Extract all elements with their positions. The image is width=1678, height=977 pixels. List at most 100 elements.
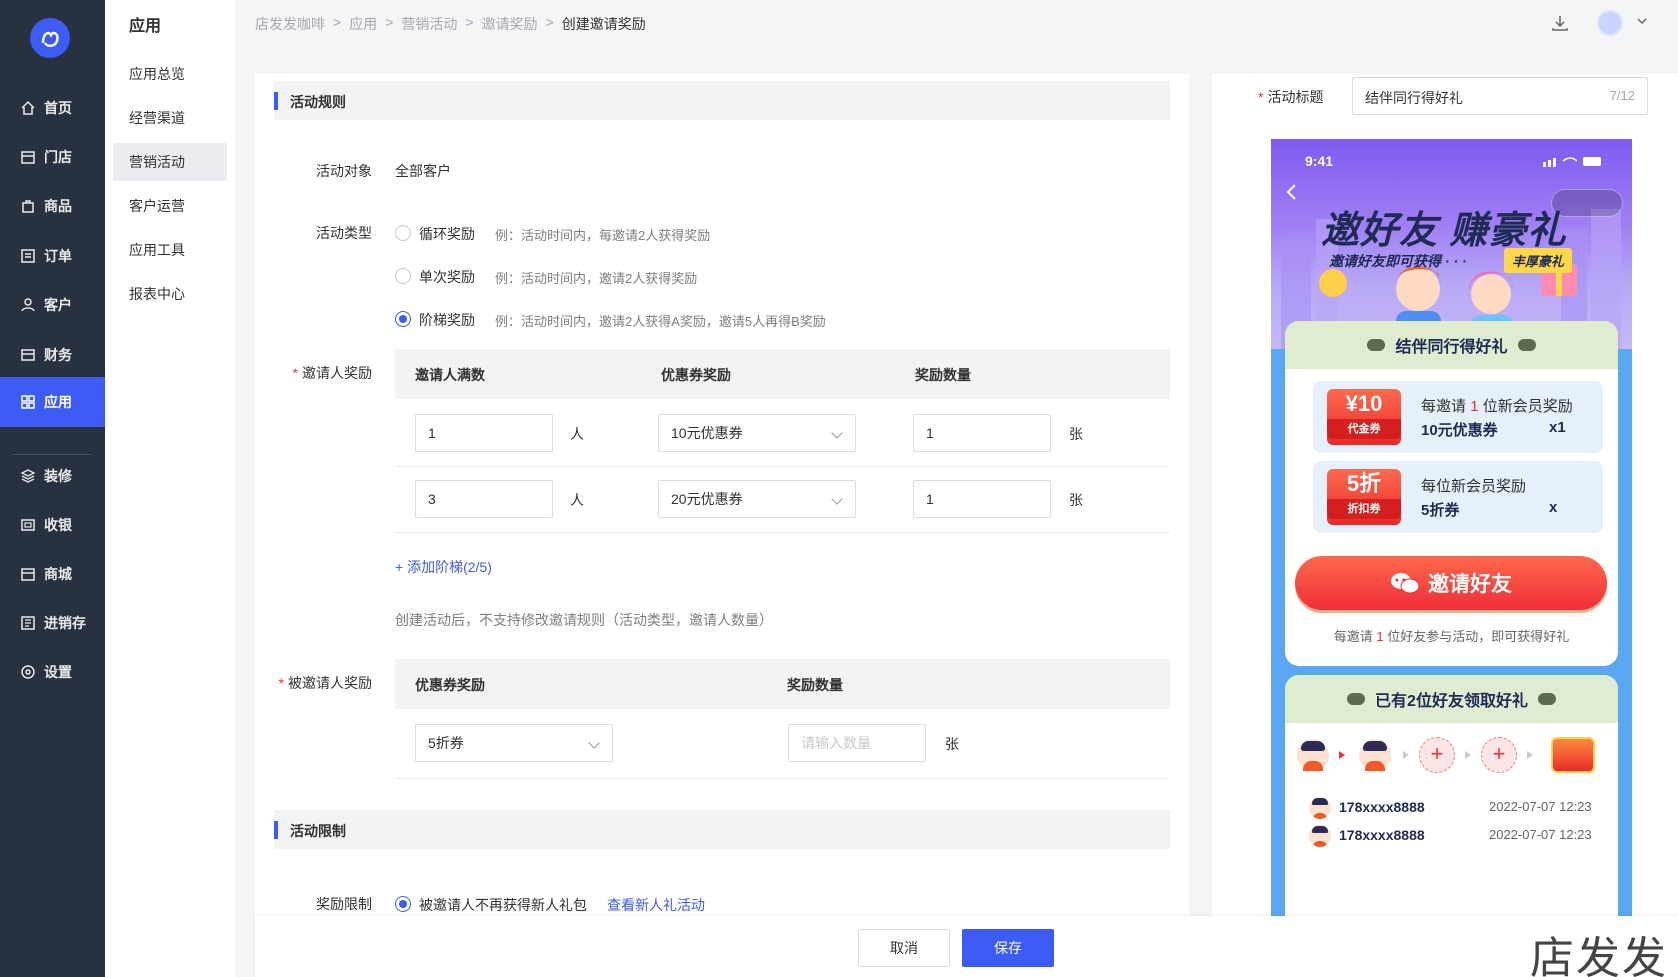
avatar[interactable] bbox=[1597, 10, 1623, 36]
main-nav: 首页 门店 商品 订单 客户 财务 应用 装修 收银 商城 进销存 设置 bbox=[0, 0, 105, 977]
subnav-item-customer-ops[interactable]: 客户运营 bbox=[113, 187, 227, 225]
invitee-coupon-select[interactable]: 5折券 bbox=[415, 724, 613, 762]
friends-card-header: 已有2位好友领取好礼 bbox=[1285, 675, 1618, 723]
arrow-icon bbox=[1465, 751, 1471, 759]
inviter-table-header: 邀请人满数 优惠券奖励 奖励数量 bbox=[395, 349, 1170, 399]
subnav-item-reports[interactable]: 报表中心 bbox=[113, 275, 227, 313]
coupon-condition-num: 1 bbox=[1470, 398, 1479, 415]
type-hint-tier: 例：活动时间内，邀请2人获得A奖励，邀请5人再得B奖励 bbox=[495, 314, 826, 329]
nav-item-cashier[interactable]: 收银 bbox=[0, 500, 105, 550]
invite-friends-button[interactable]: 邀请好友 bbox=[1295, 556, 1607, 610]
nav-item-customers[interactable]: 客户 bbox=[0, 280, 105, 330]
settings-icon bbox=[21, 665, 35, 679]
download-icon[interactable] bbox=[1550, 13, 1570, 33]
nav-item-decorate[interactable]: 装修 bbox=[0, 451, 105, 501]
form-footer: 取消 保存 bbox=[255, 916, 1678, 977]
friend-record: 178xxxx8888 2022-07-07 12:23 bbox=[1309, 825, 1609, 847]
breadcrumb-item[interactable]: 应用 bbox=[349, 14, 377, 34]
col-coupon: 优惠券奖励 bbox=[415, 677, 485, 693]
coupon-badge: 5折 折扣券 bbox=[1327, 469, 1401, 525]
activity-title-input[interactable]: 结伴同行得好礼 7/12 bbox=[1352, 77, 1648, 115]
cancel-button[interactable]: 取消 bbox=[858, 929, 950, 967]
coupon-amount: ¥10 bbox=[1345, 391, 1383, 416]
coupon-select[interactable]: 10元优惠券 bbox=[658, 414, 856, 452]
breadcrumb-separator: > bbox=[385, 14, 394, 30]
count-unit: 人 bbox=[570, 426, 584, 442]
empty-slot-plus-icon: + bbox=[1419, 737, 1455, 773]
coupon-select-value: 10元优惠券 bbox=[671, 425, 743, 441]
invitee-reward-label: * 被邀请人奖励 bbox=[255, 673, 372, 693]
sub-nav: 应用 应用总览 经营渠道 营销活动 客户运营 应用工具 报表中心 bbox=[105, 0, 235, 977]
inviter-reward-text: 邀请人奖励 bbox=[302, 365, 372, 381]
coupon-type: 代金券 bbox=[1327, 419, 1401, 439]
subnav-item-marketing[interactable]: 营销活动 bbox=[113, 143, 227, 181]
subnav-item-tools[interactable]: 应用工具 bbox=[113, 231, 227, 269]
coupon-select[interactable]: 20元优惠券 bbox=[658, 480, 856, 518]
col-quantity: 奖励数量 bbox=[787, 677, 843, 693]
nav-item-inventory[interactable]: 进销存 bbox=[0, 598, 105, 648]
reward-card-title: 结伴同行得好礼 bbox=[1395, 339, 1508, 356]
inviter-reward-label: * 邀请人奖励 bbox=[255, 363, 372, 383]
type-label-single: 单次奖励 bbox=[419, 269, 475, 285]
view-newcomer-link[interactable]: 查看新人礼活动 bbox=[607, 895, 705, 915]
inventory-icon bbox=[21, 616, 35, 630]
coupon-condition: 每邀请 1 位新会员奖励 bbox=[1421, 395, 1573, 416]
nav-item-home[interactable]: 首页 bbox=[0, 83, 105, 133]
type-radio-cycle[interactable] bbox=[395, 225, 411, 241]
breadcrumb-item[interactable]: 邀请奖励 bbox=[482, 14, 538, 34]
order-icon bbox=[21, 249, 35, 263]
quantity-input[interactable]: 1 bbox=[913, 414, 1051, 452]
subnav-item-overview[interactable]: 应用总览 bbox=[113, 55, 227, 93]
invite-count-input[interactable]: 1 bbox=[415, 414, 553, 452]
qty-unit: 张 bbox=[1069, 426, 1083, 442]
nav-label: 首页 bbox=[44, 100, 72, 116]
invitee-quantity-input[interactable]: 请输入数量 bbox=[788, 724, 926, 762]
subnav-item-channels[interactable]: 经营渠道 bbox=[113, 99, 227, 137]
type-radio-tier[interactable] bbox=[395, 311, 411, 327]
nav-item-goods[interactable]: 商品 bbox=[0, 181, 105, 231]
nav-label: 财务 bbox=[44, 347, 72, 363]
card-icon bbox=[21, 349, 35, 361]
invitee-coupon-value: 5折券 bbox=[428, 735, 464, 751]
count-unit: 人 bbox=[570, 492, 584, 508]
required-mark: * bbox=[278, 675, 284, 691]
type-hint-single: 例：活动时间内，邀请2人获得奖励 bbox=[495, 271, 698, 286]
subnav-title: 应用 bbox=[129, 18, 162, 35]
nav-item-settings[interactable]: 设置 bbox=[0, 647, 105, 697]
form-panel: 活动规则 活动对象 全部客户 活动类型 循环奖励 例：活动时间内，每邀请2人获得… bbox=[255, 74, 1189, 977]
breadcrumb-item[interactable]: 店发发咖啡 bbox=[255, 14, 325, 34]
save-button[interactable]: 保存 bbox=[962, 929, 1054, 967]
target-label: 活动对象 bbox=[316, 163, 372, 179]
quantity-input[interactable]: 1 bbox=[913, 480, 1051, 518]
nav-item-apps[interactable]: 应用 bbox=[0, 377, 105, 427]
activity-title-value: 结伴同行得好礼 bbox=[1365, 90, 1463, 106]
required-mark: * bbox=[292, 365, 298, 381]
coupon-select-value: 20元优惠券 bbox=[671, 491, 743, 507]
invite-count-input[interactable]: 3 bbox=[415, 480, 553, 518]
apps-icon bbox=[21, 395, 35, 409]
bag-icon bbox=[22, 200, 34, 213]
deco-pill bbox=[1517, 339, 1536, 351]
chevron-down-icon bbox=[588, 737, 600, 749]
breadcrumb-current: 创建邀请奖励 bbox=[561, 16, 646, 32]
char-counter: 7/12 bbox=[1609, 88, 1635, 103]
type-label-cycle: 循环奖励 bbox=[419, 226, 475, 242]
invite-hint-post: 位好友参与活动，即可获得好礼 bbox=[1387, 629, 1570, 644]
add-tier-link[interactable]: + 添加阶梯(2/5) bbox=[395, 557, 492, 577]
section-header-rules: 活动规则 bbox=[274, 81, 1170, 120]
nav-item-orders[interactable]: 订单 bbox=[0, 231, 105, 281]
nav-item-store[interactable]: 门店 bbox=[0, 132, 105, 182]
chevron-down-icon[interactable] bbox=[1637, 16, 1647, 26]
breadcrumb-item[interactable]: 营销活动 bbox=[401, 14, 457, 34]
record-phone: 178xxxx8888 bbox=[1339, 799, 1425, 815]
limit-radio[interactable] bbox=[395, 896, 411, 912]
back-icon[interactable] bbox=[1285, 183, 1297, 201]
shop-icon bbox=[21, 568, 35, 581]
breadcrumb-separator: > bbox=[333, 14, 342, 30]
nav-label: 商城 bbox=[44, 566, 72, 582]
type-radio-single[interactable] bbox=[395, 268, 411, 284]
invite-button-label: 邀请好友 bbox=[1428, 573, 1512, 596]
nav-item-finance[interactable]: 财务 bbox=[0, 330, 105, 380]
brand-logo[interactable] bbox=[30, 18, 70, 58]
nav-item-mall[interactable]: 商城 bbox=[0, 549, 105, 599]
